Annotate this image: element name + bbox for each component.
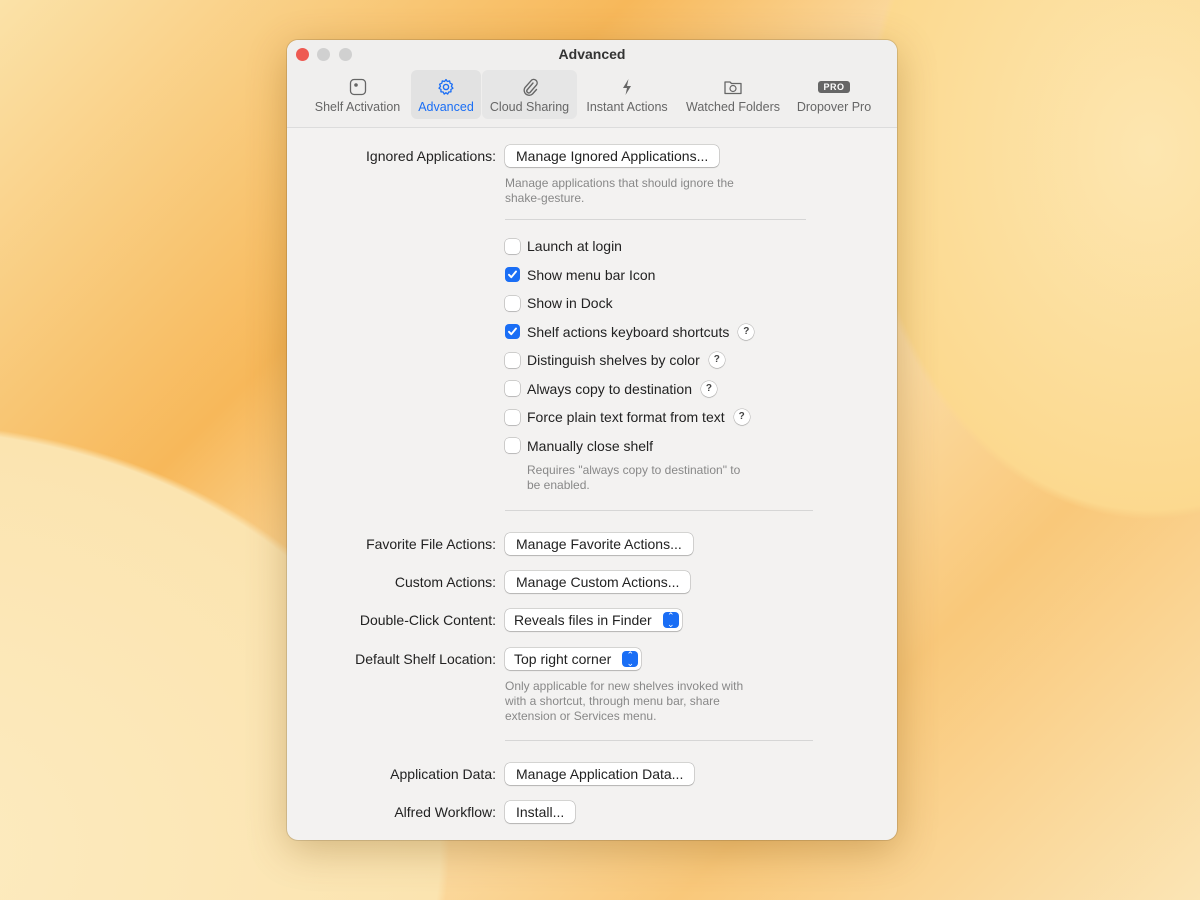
check-icon (508, 327, 517, 336)
checkbox-label: Shelf actions keyboard shortcuts (527, 323, 730, 340)
preferences-window: Advanced Shelf Activation Advanced Cloud… (287, 40, 897, 840)
ignored-help: Manage applications that should ignore t… (505, 176, 734, 205)
favorite-file-actions-label: Favorite File Actions: (366, 536, 496, 552)
checkbox-label: Distinguish shelves by color (527, 352, 700, 368)
tab-dropover-pro[interactable]: PRO Dropover Pro (792, 70, 876, 119)
manage-favorite-actions-button[interactable]: Manage Favorite Actions... (505, 533, 693, 555)
checkbox-label: Show menu bar Icon (527, 266, 656, 283)
checkbox-row[interactable]: Distinguish shelves by color? (505, 352, 725, 368)
double-click-content-label: Double-Click Content: (359, 612, 496, 628)
tab-advanced[interactable]: Advanced (411, 70, 481, 119)
checkbox-label: Manually close shelf (527, 437, 654, 454)
checkbox-row[interactable]: Show menu bar Icon (505, 267, 655, 283)
checkbox[interactable] (505, 438, 520, 453)
custom-actions-label: Custom Actions: (394, 574, 496, 590)
shelf-icon (309, 76, 406, 98)
tab-shelf-activation[interactable]: Shelf Activation (309, 70, 406, 119)
chevron-updown-icon: ⌃ ⌄ (622, 651, 639, 668)
default-shelf-location-select[interactable]: Top right corner ⌃ ⌄ (505, 648, 642, 670)
checkbox-label: Force plain text format from text (527, 409, 725, 425)
checkbox-row[interactable]: Shelf actions keyboard shortcuts? (505, 323, 755, 340)
chevron-updown-icon: ⌃ ⌄ (662, 612, 679, 629)
bolt-icon (580, 76, 674, 98)
manage-ignored-applications-button[interactable]: Manage Ignored Applications... (505, 145, 720, 167)
checkbox[interactable] (505, 352, 520, 368)
location-help: Only applicable for new shelves invoked … (505, 679, 744, 723)
default-shelf-location-label: Default Shelf Location: (355, 651, 496, 667)
help-icon[interactable]: ? (708, 352, 725, 368)
paperclip-icon (482, 76, 577, 98)
divider (505, 219, 806, 220)
checkbox-row[interactable]: Show in Dock (505, 295, 613, 311)
checkbox-row[interactable]: Manually close shelf (505, 438, 653, 454)
application-data-label: Application Data: (390, 766, 496, 782)
toolbar: Advanced Shelf Activation Advanced Cloud… (287, 40, 897, 128)
alfred-workflow-label: Alfred Workflow: (394, 804, 496, 820)
gear-icon (411, 76, 481, 98)
tab-instant-actions[interactable]: Instant Actions (580, 70, 674, 119)
checkbox[interactable] (505, 409, 520, 425)
double-click-content-select[interactable]: Reveals files in Finder ⌃ ⌄ (505, 609, 682, 631)
divider (505, 510, 813, 511)
checkbox-label: Always copy to destination (527, 380, 692, 397)
checkbox-label: Launch at login (527, 238, 622, 254)
checkbox[interactable] (505, 295, 520, 311)
window-title: Advanced (558, 46, 626, 62)
checkbox[interactable] (505, 381, 520, 396)
help-icon[interactable]: ? (738, 323, 755, 340)
checkbox-row[interactable]: Always copy to destination? (505, 380, 717, 397)
tab-cloud-sharing[interactable]: Cloud Sharing (482, 70, 577, 119)
checkbox[interactable] (505, 238, 520, 254)
checkbox[interactable] (505, 267, 520, 282)
help-icon[interactable]: ? (733, 409, 750, 425)
install-alfred-workflow-button[interactable]: Install... (505, 801, 576, 823)
check-icon (508, 270, 517, 279)
checkbox-row[interactable]: Launch at login (505, 238, 622, 254)
tab-watched-folders[interactable]: Watched Folders (681, 70, 785, 119)
divider (505, 740, 813, 741)
help-icon[interactable]: ? (700, 380, 717, 397)
ignored-applications-label: Ignored Applications: (366, 148, 496, 164)
manage-application-data-button[interactable]: Manage Application Data... (505, 763, 695, 785)
checkbox[interactable] (505, 324, 520, 339)
checkbox-label: Show in Dock (527, 295, 613, 311)
pro-badge-icon: PRO (818, 81, 850, 93)
folder-sync-icon (681, 76, 785, 98)
manual-close-help: Requires "always copy to destination" to… (527, 463, 741, 492)
manage-custom-actions-button[interactable]: Manage Custom Actions... (505, 571, 691, 593)
checkbox-row[interactable]: Force plain text format from text? (505, 409, 750, 425)
